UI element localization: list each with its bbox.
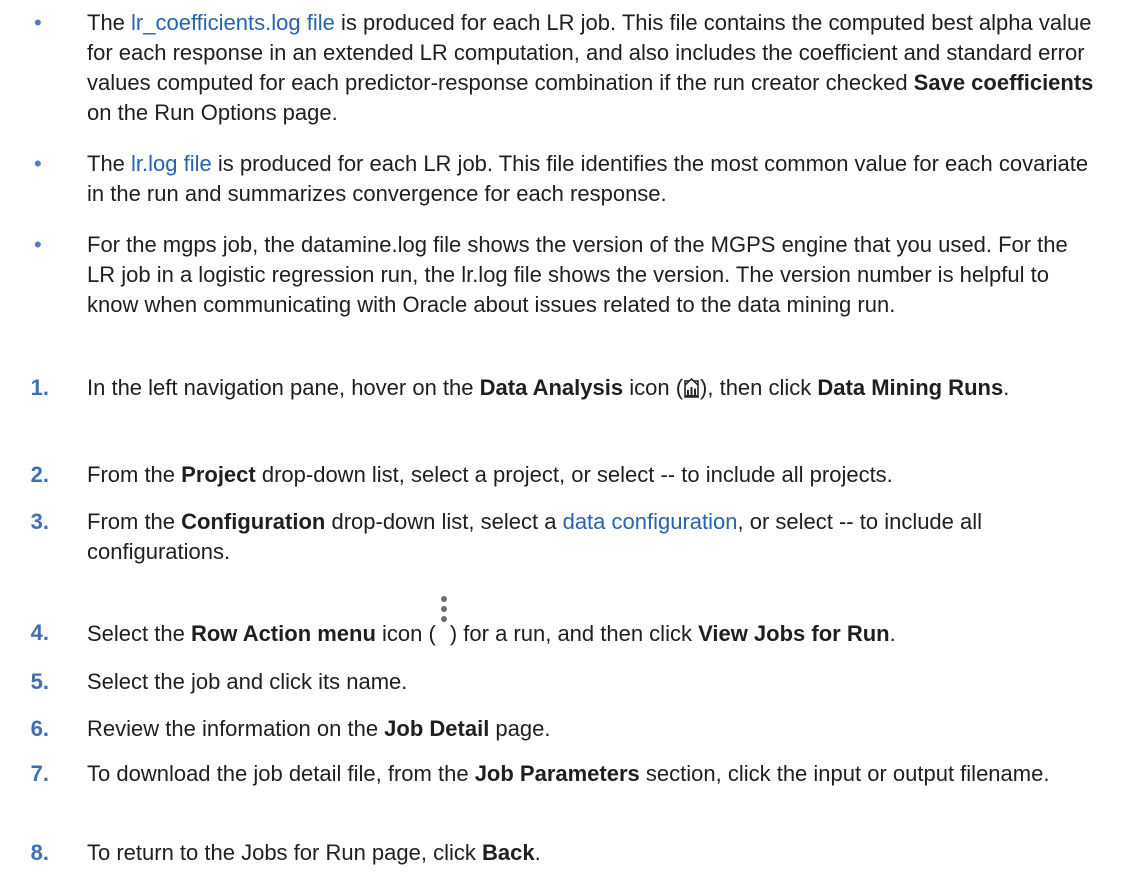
bullet-marker: • [34, 151, 42, 176]
bullet-marker: • [34, 232, 42, 257]
step-text: To return to the Jobs for Run page, clic… [87, 840, 541, 865]
step-number: 5. [30, 669, 49, 694]
step-number: 4. [30, 620, 49, 645]
save-coefficients-label: Save coefficients [913, 70, 1094, 95]
bullet-text: For the mgps job, the datamine.log file … [87, 232, 1068, 317]
data-configuration-link[interactable]: data configuration [563, 509, 738, 534]
step-number: 6. [30, 716, 49, 741]
step-text: Select the Row Action menu icon () for a… [87, 596, 1097, 649]
step-text: From the Configuration drop-down list, s… [87, 509, 983, 564]
step-text: From the Project drop-down list, select … [87, 462, 893, 487]
step-number: 8. [30, 840, 49, 865]
bullet-marker: • [34, 10, 42, 35]
document: • The lr_coefficients.log file is produc… [0, 0, 1121, 873]
lr-coefficients-log-link[interactable]: lr_coefficients.log file [131, 10, 335, 35]
step-text: In the left navigation pane, hover on th… [87, 375, 1010, 400]
bullet-text: The lr.log file is produced for each LR … [87, 151, 1089, 206]
step-number: 3. [30, 509, 49, 534]
step-text: To download the job detail file, from th… [87, 761, 1050, 786]
step-number: 1. [30, 375, 49, 400]
bullet-text: The lr_coefficients.log file is produced… [87, 10, 1094, 125]
lr-log-file-link[interactable]: lr.log file [131, 151, 212, 176]
kebab-menu-icon [436, 596, 450, 644]
data-analysis-icon [684, 376, 699, 398]
step-number: 7. [30, 761, 49, 786]
step-text: Select the job and click its name. [87, 669, 408, 694]
step-text: Review the information on the Job Detail… [87, 716, 551, 741]
step-number: 2. [30, 462, 49, 487]
